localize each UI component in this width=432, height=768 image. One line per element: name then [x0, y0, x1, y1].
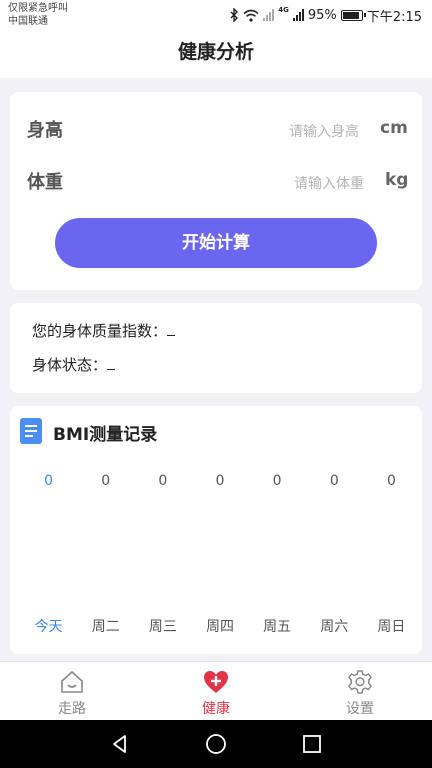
record-values: 0 0 0 0 0 0 0: [20, 473, 420, 489]
state-value: [107, 369, 116, 370]
page-title: 健康分析: [177, 41, 254, 63]
carrier-line-2: 中国联通: [8, 16, 48, 27]
bmi-label: 您的身体质量指数：: [32, 322, 168, 340]
height-input[interactable]: 请输入身高: [289, 121, 359, 141]
record-day-3[interactable]: 周四: [191, 616, 248, 636]
tab-settings[interactable]: 设置: [288, 662, 432, 721]
record-value-3: 0: [215, 473, 225, 489]
bmi-value: [167, 335, 176, 336]
network-type: 4G: [278, 6, 289, 14]
record-day-4[interactable]: 周五: [249, 616, 306, 636]
battery-percent: 95%: [307, 7, 337, 23]
record-day-0[interactable]: 今天: [20, 616, 77, 636]
tab-settings-label: 设置: [346, 701, 374, 717]
battery-icon: [340, 9, 366, 21]
page-header: 健康分析: [0, 32, 432, 78]
bmi-row: 您的身体质量指数：: [32, 320, 176, 341]
record-value-6: 0: [386, 473, 396, 489]
tab-health-label: 健康: [202, 701, 230, 717]
weight-unit: kg: [385, 170, 409, 190]
record-day-6[interactable]: 周日: [363, 616, 420, 636]
bottom-tab-bar: 走路 健康 设置: [0, 661, 432, 720]
record-value-5: 0: [329, 473, 339, 489]
state-label: 身体状态：: [32, 356, 108, 374]
back-icon[interactable]: [108, 732, 132, 756]
bmi-record-card: BMI测量记录 0 0 0 0 0 0 0 今天 周二 周三 周四 周五 周六 周日: [10, 406, 422, 654]
start-calculate-button[interactable]: 开始计算: [55, 218, 377, 268]
signal-2-icon: [292, 9, 304, 21]
status-bar: 仅限紧急呼叫 中国联通 4G 95% 下午2:15: [0, 0, 432, 32]
document-icon: [20, 418, 42, 444]
clock: 下午2:15: [366, 9, 422, 25]
recents-icon[interactable]: [300, 732, 324, 756]
tab-walk-label: 走路: [58, 701, 86, 717]
wifi-icon: [243, 9, 259, 22]
signal-1-icon: [263, 9, 275, 21]
carrier-info: 仅限紧急呼叫 中国联通: [8, 2, 68, 28]
tab-walk[interactable]: 走路: [0, 662, 144, 721]
gear-icon: [348, 670, 372, 694]
system-nav-bar: [0, 720, 432, 768]
record-value-4: 0: [272, 473, 282, 489]
record-day-2[interactable]: 周三: [134, 616, 191, 636]
record-value-2: 0: [158, 473, 168, 489]
home-icon: [61, 671, 83, 693]
record-days: 今天 周二 周三 周四 周五 周六 周日: [20, 616, 420, 636]
tab-health[interactable]: 健康: [144, 662, 288, 721]
weight-label: 体重: [27, 172, 63, 193]
height-unit: cm: [380, 118, 408, 138]
bluetooth-icon: [230, 8, 239, 22]
record-day-1[interactable]: 周二: [77, 616, 134, 636]
home-button-icon[interactable]: [204, 732, 228, 756]
weight-input[interactable]: 请输入体重: [294, 173, 364, 193]
input-card: 身高 请输入身高 cm 体重 请输入体重 kg 开始计算: [10, 92, 422, 290]
height-label: 身高: [27, 120, 63, 141]
record-value-1: 0: [101, 473, 111, 489]
record-title: BMI测量记录: [53, 425, 158, 445]
status-icons: 4G 95% 下午2:15: [230, 6, 422, 25]
carrier-line-1: 仅限紧急呼叫: [8, 3, 68, 14]
result-card: 您的身体质量指数： 身体状态：: [10, 303, 422, 393]
record-value-0: 0: [44, 473, 54, 489]
record-day-5[interactable]: 周六: [306, 616, 363, 636]
state-row: 身体状态：: [32, 354, 116, 375]
health-cross-icon: [204, 671, 228, 693]
